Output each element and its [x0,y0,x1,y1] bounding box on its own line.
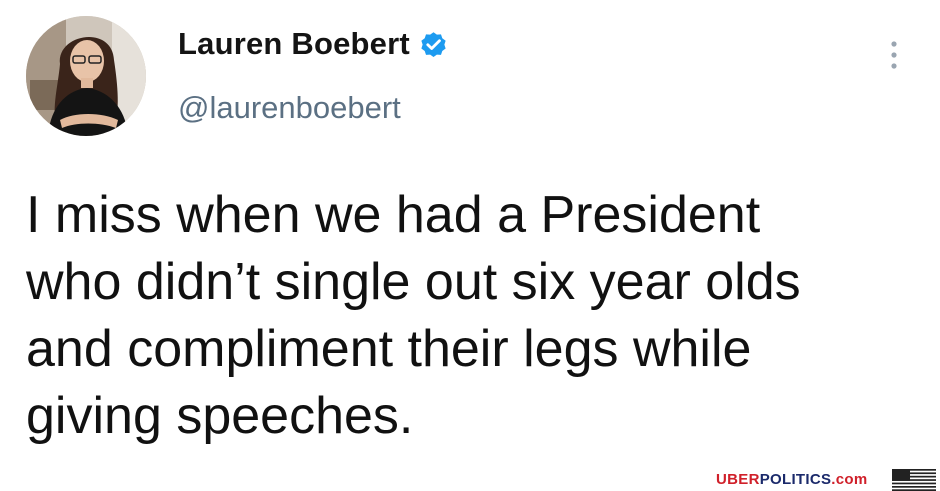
us-flag-icon [892,469,936,491]
tweet-card: Lauren Boebert @laurenboebert I miss whe… [0,0,940,468]
watermark-part-com: .com [831,471,868,488]
avatar[interactable] [26,16,146,136]
verified-badge-icon [421,31,446,57]
more-vertical-icon[interactable] [884,38,904,74]
avatar-image [26,16,146,136]
watermark: UBERPOLITICS.com [716,471,868,488]
author-name[interactable]: Lauren Boebert [178,26,410,62]
watermark-part-uber: UBER [716,471,760,488]
author-row: Lauren Boebert [178,26,449,62]
watermark-part-politics: POLITICS [759,471,832,488]
author-handle[interactable]: @laurenboebert [178,90,401,126]
tweet-text: I miss when we had a President who didn’… [26,186,801,445]
